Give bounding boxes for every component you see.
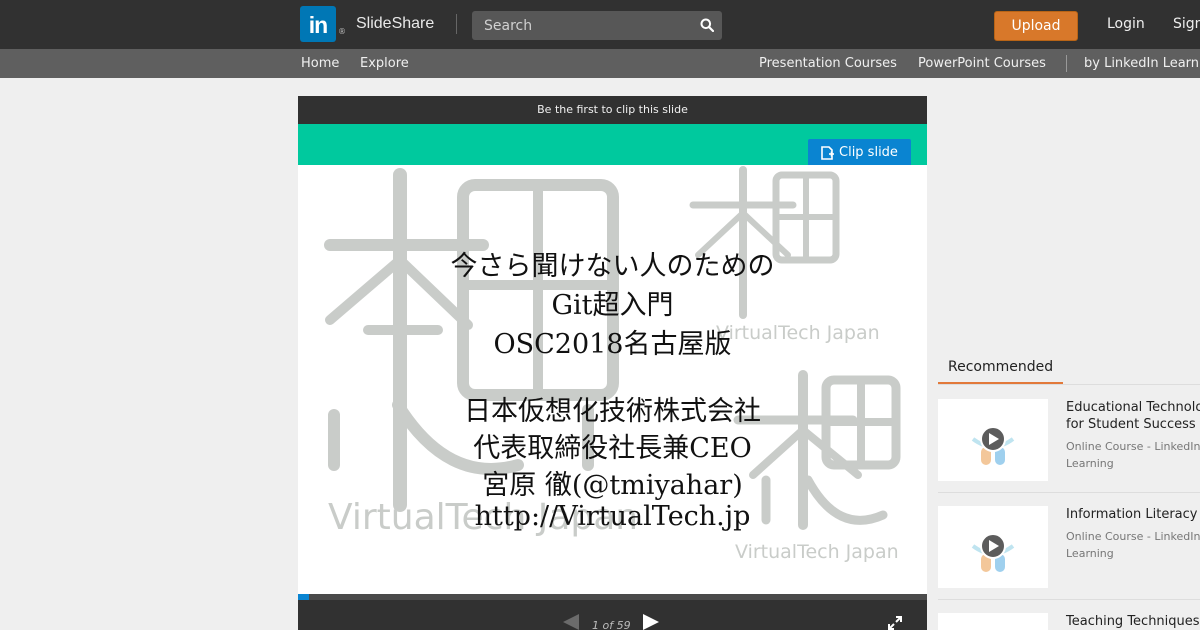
top-bar: in ® SlideShare Upload Login Signup (0, 0, 1200, 49)
tab-recommended[interactable]: Recommended (938, 354, 1063, 385)
previous-slide-icon[interactable] (562, 614, 580, 630)
item-divider (938, 599, 1200, 600)
upload-button[interactable]: Upload (994, 11, 1078, 41)
course-subtitle: Online Course - LinkedIn (1066, 440, 1200, 453)
course-subtitle: Online Course - LinkedIn (1066, 530, 1200, 543)
clip-slide-button[interactable]: Clip slide (808, 139, 911, 167)
course-thumbnail[interactable] (938, 399, 1048, 481)
recommended-item[interactable]: Teaching Techniques (938, 613, 1200, 630)
login-link[interactable]: Login (1107, 16, 1145, 32)
course-title: Information Literacy (1066, 507, 1198, 522)
course-thumbnail[interactable] (938, 506, 1048, 588)
course-title: Teaching Techniques (1066, 614, 1200, 629)
recommended-divider (938, 384, 1200, 385)
course-subtitle: Learning (1066, 457, 1114, 470)
linkedin-logo-icon[interactable]: in (300, 6, 336, 42)
slide-title-line-2: Git超入門 (551, 290, 674, 321)
slide-url: http://VirtualTech.jp (474, 501, 751, 532)
course-thumbnail[interactable] (938, 613, 1048, 630)
clip-slide-label: Clip slide (839, 145, 898, 160)
slide-canvas[interactable]: VirtualTech Japan VirtualTech Japan Virt… (298, 165, 927, 594)
slide-presenter-name: 宮原 徹(@tmiyahar) (482, 470, 743, 501)
course-subtitle: Learning (1066, 547, 1114, 560)
fullscreen-icon[interactable] (888, 616, 902, 630)
sub-navigation: Home Explore Presentation Courses PowerP… (0, 49, 1200, 78)
registered-mark: ® (338, 27, 346, 36)
slideshare-brand-name[interactable]: SlideShare (356, 15, 434, 33)
nav-by-linkedin-learning[interactable]: by LinkedIn Learning (1084, 56, 1200, 71)
recommended-item[interactable]: Information Literacy Online Course - Lin… (938, 506, 1200, 600)
search-input[interactable] (472, 11, 692, 40)
slide-presenter-title: 代表取締役社長兼CEO (473, 433, 752, 464)
item-divider (938, 492, 1200, 493)
slide-title-line-1: 今さら聞けない人のための (450, 251, 775, 282)
search-icon[interactable] (700, 18, 714, 32)
course-title-line: Educational Technology (1066, 400, 1200, 415)
clip-icon (821, 146, 834, 160)
brand-divider (456, 14, 457, 34)
course-title-line: for Student Success (1066, 417, 1196, 432)
watermark-text-bottom: VirtualTech Japan (735, 541, 899, 563)
player-controls: 1 of 59 (298, 600, 927, 630)
next-slide-icon[interactable] (642, 614, 660, 630)
nav-explore[interactable]: Explore (360, 56, 409, 71)
slide-player: Be the first to clip this slide Clip sli… (298, 96, 927, 630)
subnav-divider (1066, 55, 1067, 72)
slide-company-name: 日本仮想化技術株式会社 (464, 396, 761, 427)
signup-link[interactable]: Signup (1173, 16, 1200, 32)
search-box (472, 11, 722, 40)
recommended-item[interactable]: Educational Technology for Student Succe… (938, 399, 1200, 493)
nav-powerpoint-courses[interactable]: PowerPoint Courses (918, 56, 1046, 71)
slide-title-line-3: OSC2018名古屋版 (493, 329, 732, 360)
nav-home[interactable]: Home (301, 56, 339, 71)
clip-banner: Be the first to clip this slide (298, 96, 927, 124)
nav-presentation-courses[interactable]: Presentation Courses (759, 56, 897, 71)
page-counter: 1 of 59 (592, 619, 631, 630)
